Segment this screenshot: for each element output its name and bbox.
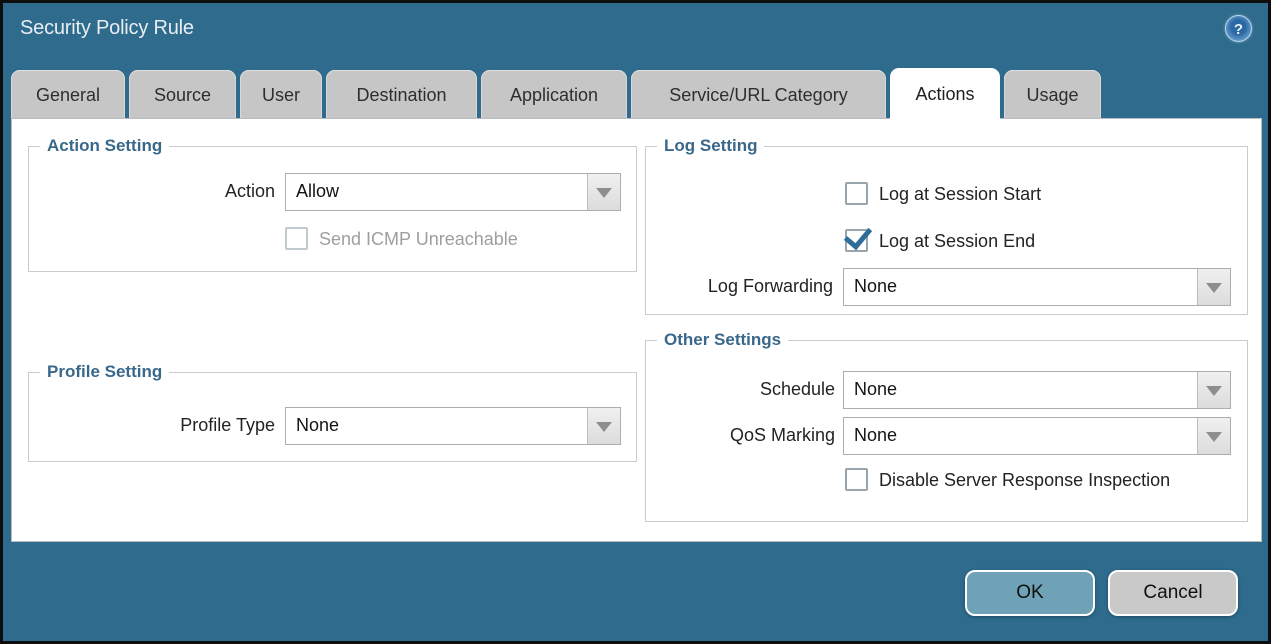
dialog-title: Security Policy Rule — [20, 17, 194, 40]
tab-bar: General Source User Destination Applicat… — [11, 68, 1101, 121]
log-forwarding-label: Log Forwarding — [633, 276, 833, 297]
tab-application[interactable]: Application — [481, 70, 627, 118]
chevron-down-icon — [1206, 432, 1222, 442]
other-settings-legend: Other Settings — [657, 330, 788, 350]
action-dropdown[interactable]: Allow — [285, 173, 621, 211]
log-forwarding-dropdown-button[interactable] — [1197, 269, 1230, 305]
tab-user[interactable]: User — [240, 70, 322, 118]
log-session-start-label: Log at Session Start — [879, 184, 1041, 205]
tab-usage[interactable]: Usage — [1004, 70, 1101, 118]
security-policy-rule-dialog: Security Policy Rule ? General Source Us… — [0, 0, 1271, 644]
schedule-dropdown-button[interactable] — [1197, 372, 1230, 408]
chevron-down-icon — [596, 188, 612, 198]
log-forwarding-dropdown[interactable]: None — [843, 268, 1231, 306]
profile-type-label: Profile Type — [75, 415, 275, 436]
qos-marking-label: QoS Marking — [635, 425, 835, 446]
tab-destination[interactable]: Destination — [326, 70, 477, 118]
chevron-down-icon — [1206, 386, 1222, 396]
tab-service-url-category[interactable]: Service/URL Category — [631, 70, 886, 118]
help-icon[interactable]: ? — [1225, 15, 1252, 42]
cancel-button[interactable]: Cancel — [1108, 570, 1238, 616]
schedule-dropdown[interactable]: None — [843, 371, 1231, 409]
profile-setting-legend: Profile Setting — [40, 362, 169, 382]
qos-marking-dropdown[interactable]: None — [843, 417, 1231, 455]
profile-type-dropdown-button[interactable] — [587, 408, 620, 444]
log-session-end-label: Log at Session End — [879, 231, 1035, 252]
log-session-end-checkbox[interactable] — [845, 229, 868, 252]
tab-actions[interactable]: Actions — [890, 68, 1000, 120]
action-dropdown-value: Allow — [296, 174, 584, 209]
log-session-start-checkbox[interactable] — [845, 182, 868, 205]
tab-source[interactable]: Source — [129, 70, 236, 118]
profile-type-dropdown[interactable]: None — [285, 407, 621, 445]
log-setting-legend: Log Setting — [657, 136, 764, 156]
disable-server-response-inspection-checkbox[interactable] — [845, 468, 868, 491]
disable-server-response-inspection-label: Disable Server Response Inspection — [879, 470, 1170, 491]
ok-button[interactable]: OK — [965, 570, 1095, 616]
action-dropdown-button[interactable] — [587, 174, 620, 210]
send-icmp-label: Send ICMP Unreachable — [319, 229, 518, 250]
tab-general[interactable]: General — [11, 70, 125, 118]
schedule-label: Schedule — [635, 379, 835, 400]
log-forwarding-dropdown-value: None — [854, 269, 1194, 304]
qos-marking-dropdown-value: None — [854, 418, 1194, 453]
send-icmp-checkbox[interactable] — [285, 227, 308, 250]
qos-marking-dropdown-button[interactable] — [1197, 418, 1230, 454]
chevron-down-icon — [596, 422, 612, 432]
profile-type-dropdown-value: None — [296, 408, 584, 443]
schedule-dropdown-value: None — [854, 372, 1194, 407]
action-setting-legend: Action Setting — [40, 136, 169, 156]
action-label: Action — [75, 181, 275, 202]
chevron-down-icon — [1206, 283, 1222, 293]
